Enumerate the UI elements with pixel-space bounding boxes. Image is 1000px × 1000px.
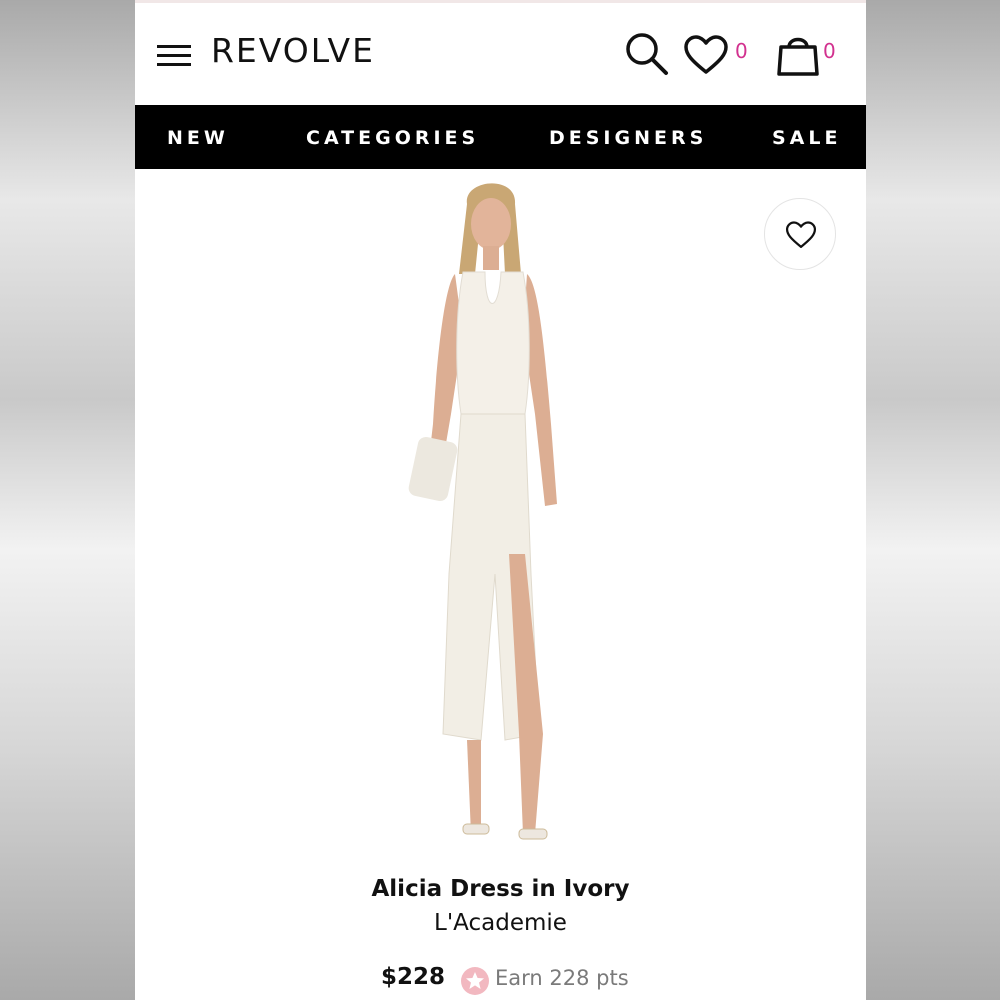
product-title: Alicia Dress in Ivory (371, 876, 630, 902)
search-icon[interactable] (624, 31, 670, 77)
nav-item-categories[interactable]: CATEGORIES (306, 105, 479, 169)
product-photo (408, 183, 557, 840)
nav-item-new[interactable]: NEW (167, 105, 229, 169)
heart-icon (785, 221, 817, 248)
nav-item-designers[interactable]: DESIGNERS (549, 105, 707, 169)
bag-icon[interactable] (775, 31, 821, 77)
nav-item-sale[interactable]: SALE (772, 105, 841, 169)
reward-points: Earn 228 pts (495, 966, 629, 990)
product-page: REVOLVE 0 0 NEW CATEGORIES DESIGNERS SAL… (135, 0, 866, 1000)
bag-count: 0 (823, 39, 836, 63)
menu-icon[interactable] (157, 43, 191, 67)
star-icon (461, 967, 489, 995)
site-header: REVOLVE 0 0 (135, 3, 866, 105)
add-to-wishlist-button[interactable] (764, 198, 836, 270)
wishlist-count: 0 (735, 39, 748, 63)
product-image-carousel[interactable] (135, 169, 866, 869)
main-nav: NEW CATEGORIES DESIGNERS SALE (135, 105, 866, 169)
heart-icon[interactable] (683, 35, 729, 75)
site-logo[interactable]: REVOLVE (211, 31, 375, 70)
product-price: $228 (381, 964, 446, 990)
product-brand[interactable]: L'Academie (135, 910, 866, 936)
